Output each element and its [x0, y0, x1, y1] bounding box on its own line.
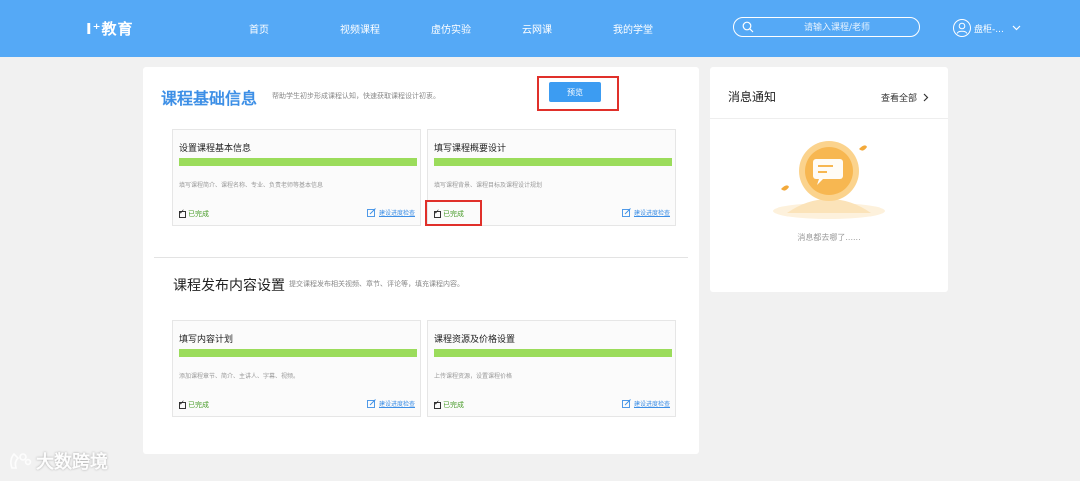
- edit-icon: [622, 399, 631, 408]
- section-title-basic-info: 课程基础信息: [161, 89, 258, 108]
- view-all-link[interactable]: 查看全部: [881, 91, 929, 104]
- user-menu[interactable]: 盘柜-...: [953, 18, 1021, 38]
- watermark-logo-icon: [10, 452, 32, 469]
- task-description: 填写课程简介、课程名称、专业、负责老师等基本信息: [179, 182, 324, 189]
- watermark-text: 大数跨境: [36, 452, 108, 473]
- nav-cloud-class[interactable]: 云网课: [522, 21, 552, 36]
- progress-check-link[interactable]: 建设进度检查: [367, 399, 415, 408]
- task-status-label: 已完成: [443, 401, 464, 409]
- highlight-box-preview: [537, 76, 619, 111]
- task-status-label: 已完成: [188, 210, 209, 218]
- top-navbar: I⁺教育 首页 视频课程 虚仿实验 云网课 我的学堂 盘柜-...: [0, 0, 1080, 57]
- task-card-basic-info: 设置课程基本信息 填写课程简介、课程名称、专业、负责老师等基本信息 已完成 建设…: [172, 129, 421, 226]
- progress-check-link[interactable]: 建设进度检查: [622, 399, 670, 408]
- search-input[interactable]: [760, 19, 914, 37]
- nav-home[interactable]: 首页: [249, 21, 269, 36]
- progress-check-label: 建设进度检查: [378, 401, 415, 408]
- notification-divider: [710, 118, 948, 119]
- task-description: 添加课程章节、简介、主讲人、字幕、视频。: [179, 373, 300, 380]
- user-name: 盘柜-...: [974, 24, 1004, 35]
- progress-check-label: 建设进度检查: [633, 210, 670, 217]
- checkbox-icon[interactable]: [179, 208, 186, 218]
- task-progress-bar: [434, 349, 672, 357]
- progress-check-label: 建设进度检查: [633, 401, 670, 408]
- highlight-box-completed: [425, 200, 482, 226]
- view-all-label: 查看全部: [881, 94, 918, 104]
- site-logo[interactable]: I⁺教育: [86, 18, 134, 39]
- task-progress-bar: [179, 349, 417, 357]
- edit-icon: [622, 208, 631, 217]
- task-title: 填写课程概要设计: [434, 144, 507, 154]
- course-setup-card: 课程基础信息 帮助学生初步形成课程认知，快速获取课程设计初衷。 预览 设置课程基…: [143, 67, 699, 454]
- watermark: 大数跨境: [8, 448, 108, 474]
- nav-virtual-lab[interactable]: 虚仿实验: [431, 21, 471, 36]
- checkbox-icon[interactable]: [179, 399, 186, 409]
- task-description: 上传课程资源，设置课程价格: [434, 373, 513, 380]
- task-card-resources-price: 课程资源及价格设置 上传课程资源，设置课程价格 已完成 建设进度检查: [427, 320, 676, 417]
- chevron-right-icon: [923, 93, 929, 102]
- section-title-publish-content: 课程发布内容设置: [173, 278, 285, 294]
- progress-check-link[interactable]: 建设进度检查: [367, 208, 415, 217]
- empty-message-illustration-icon: [773, 141, 885, 219]
- task-status: 已完成: [179, 208, 209, 219]
- section-subtitle-basic-info: 帮助学生初步形成课程认知，快速获取课程设计初衷。: [272, 92, 440, 100]
- section-subtitle-publish-content: 提交课程发布相关视频、章节、评论等，填充课程内容。: [289, 280, 464, 288]
- task-progress-bar: [179, 158, 417, 166]
- task-description: 填写课程背景、课程目标及课程设计规划: [434, 182, 543, 189]
- task-status: 已完成: [179, 399, 209, 410]
- task-status: 已完成: [434, 399, 464, 410]
- task-progress-bar: [434, 158, 672, 166]
- nav-my-school[interactable]: 我的学堂: [613, 21, 653, 36]
- chevron-down-icon: [1012, 25, 1021, 31]
- progress-check-link[interactable]: 建设进度检查: [622, 208, 670, 217]
- task-status-label: 已完成: [188, 401, 209, 409]
- edit-icon: [367, 399, 376, 408]
- task-title: 填写内容计划: [179, 335, 234, 345]
- notification-panel: 消息通知 查看全部 消息都去哪了......: [710, 67, 948, 292]
- nav-video-courses[interactable]: 视频课程: [340, 21, 380, 36]
- search-icon[interactable]: [742, 21, 754, 33]
- section-divider: [154, 257, 688, 258]
- search-box: [733, 17, 920, 37]
- notification-title: 消息通知: [728, 90, 777, 104]
- checkbox-icon[interactable]: [434, 399, 441, 409]
- task-title: 课程资源及价格设置: [434, 335, 516, 345]
- avatar-icon: [953, 19, 971, 37]
- task-card-content-plan: 填写内容计划 添加课程章节、简介、主讲人、字幕、视频。 已完成 建设进度检查: [172, 320, 421, 417]
- task-title: 设置课程基本信息: [179, 144, 252, 154]
- empty-message-text: 消息都去哪了......: [797, 233, 861, 242]
- edit-icon: [367, 208, 376, 217]
- progress-check-label: 建设进度检查: [378, 210, 415, 217]
